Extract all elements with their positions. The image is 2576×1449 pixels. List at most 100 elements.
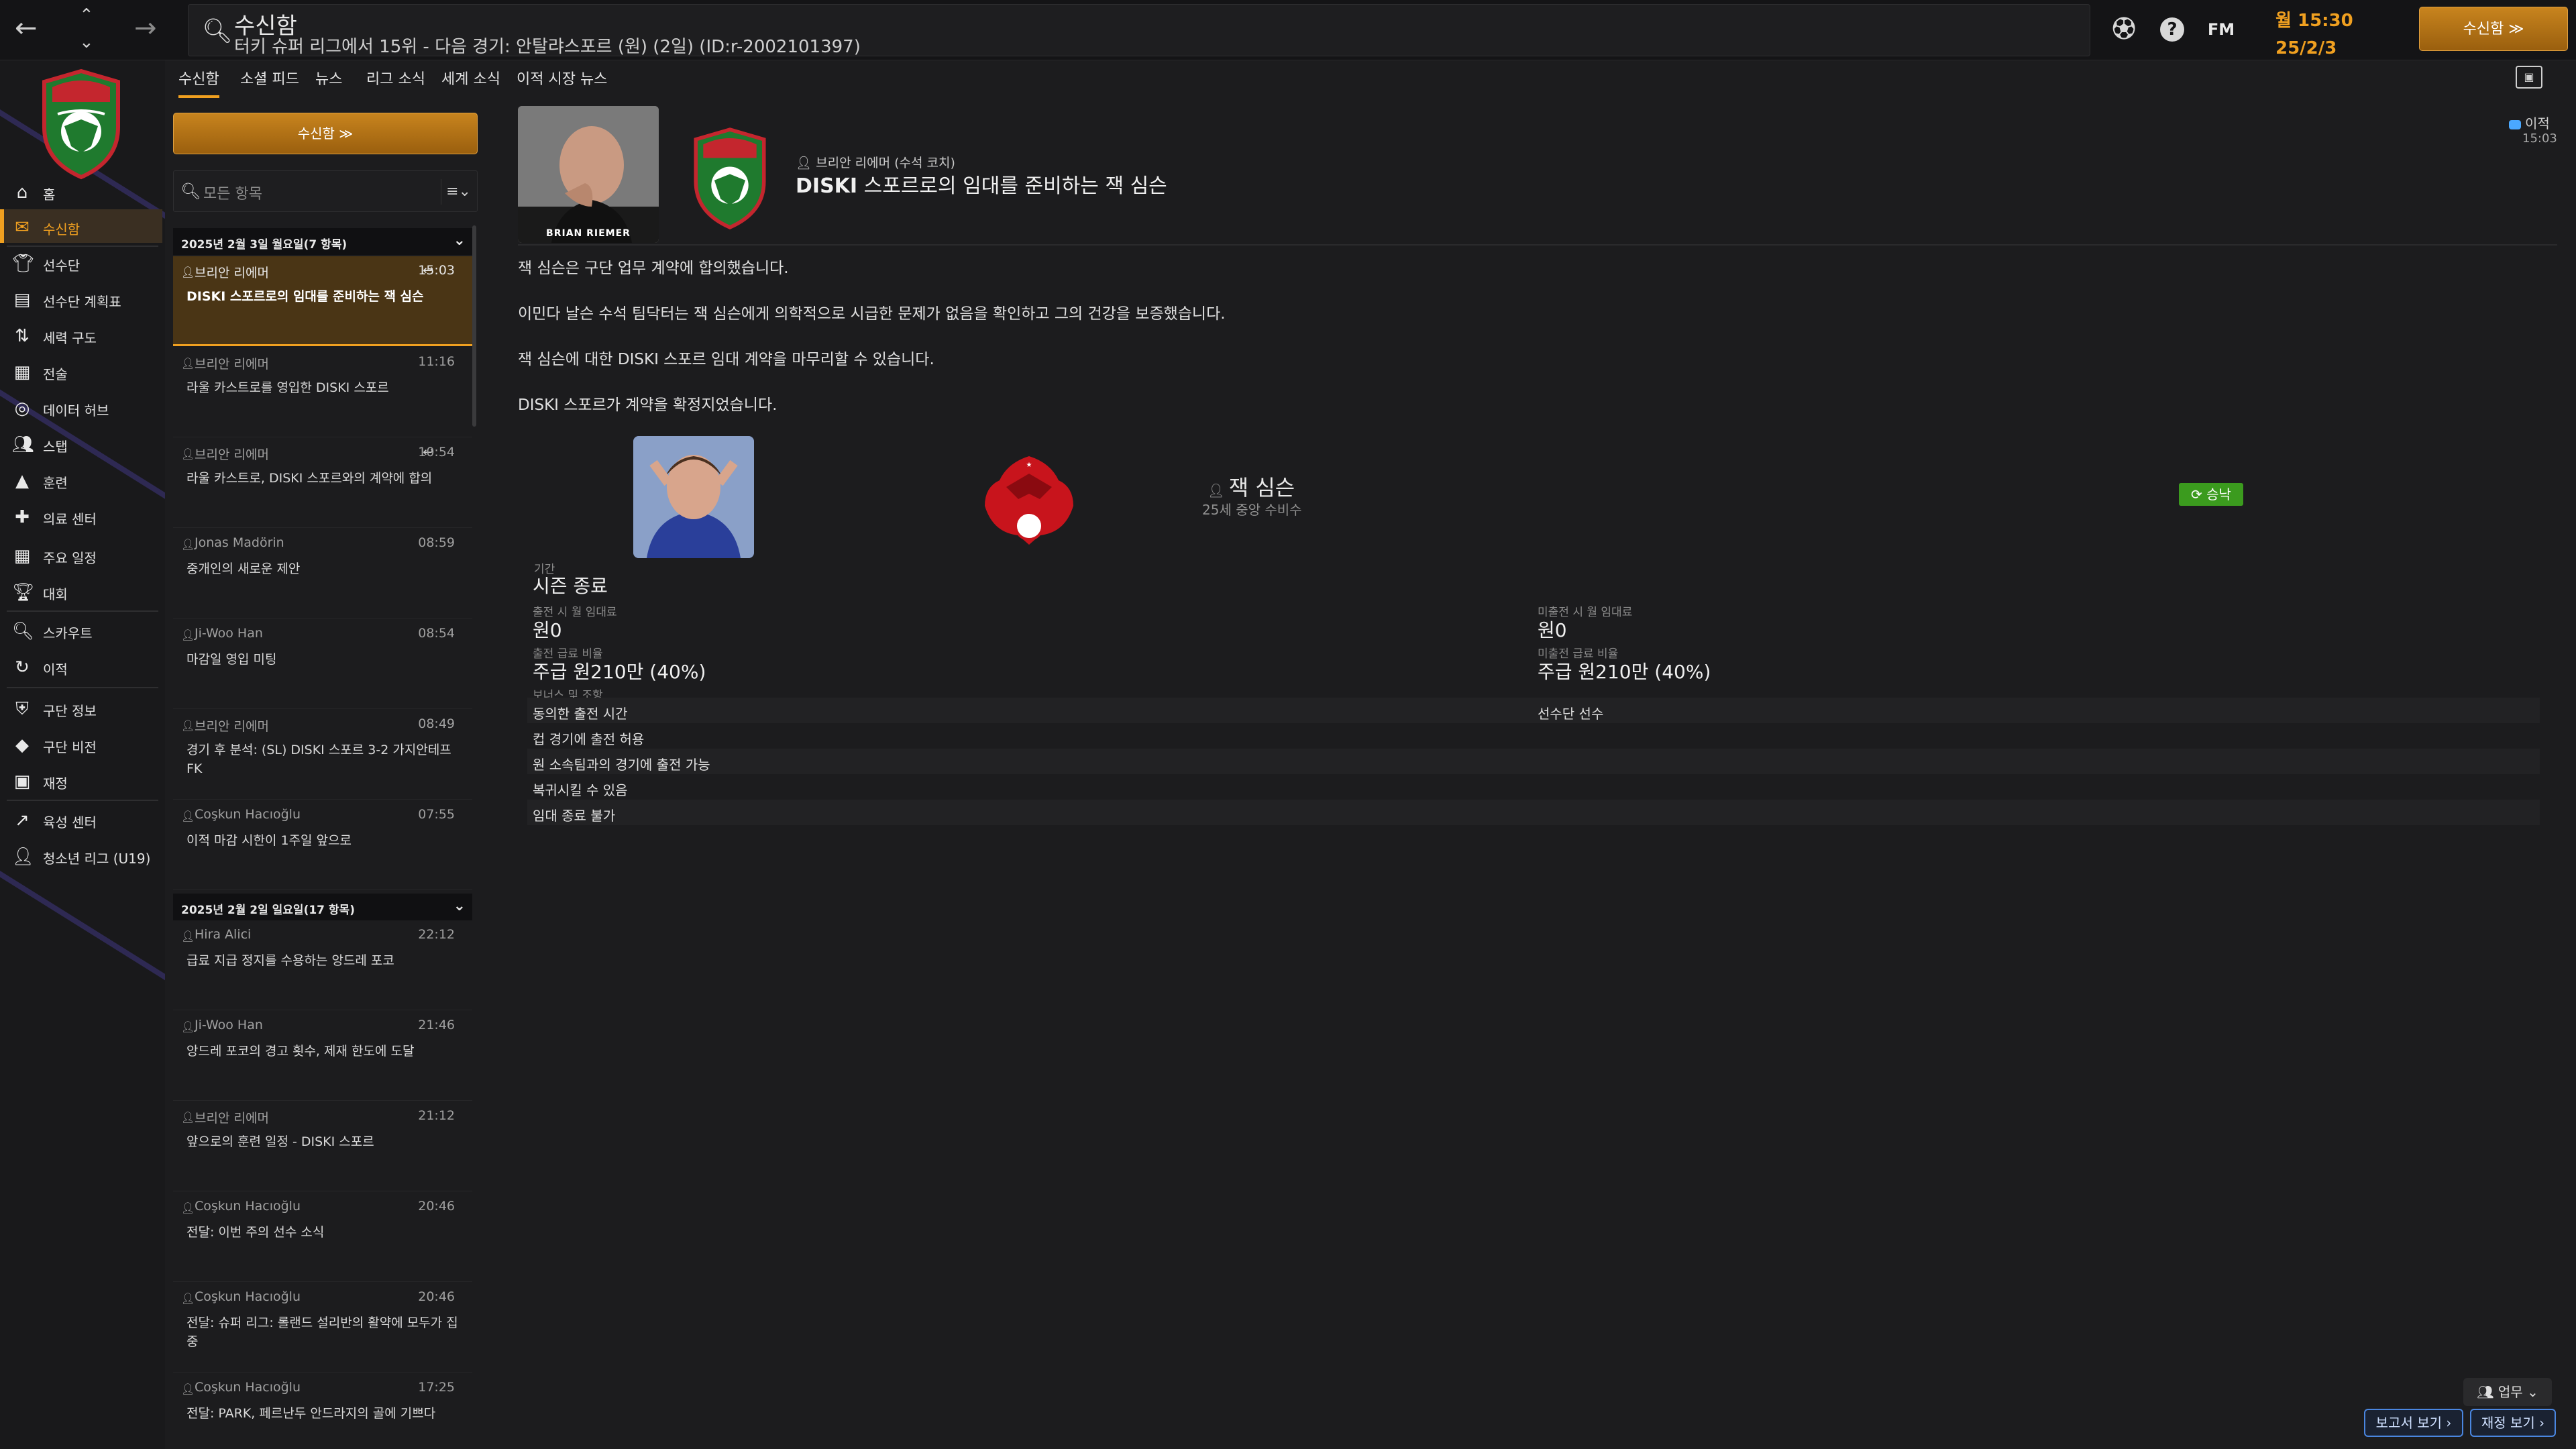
divider bbox=[518, 244, 2557, 246]
sidebar-item-training[interactable]: ▲ 훈련 bbox=[0, 463, 162, 496]
sidebar-item-home[interactable]: ⌂ 홈 bbox=[0, 174, 162, 208]
search-icon: 🔍︎ bbox=[180, 182, 201, 201]
filter-menu-button[interactable]: ≡⌄ bbox=[441, 179, 476, 205]
sidebar-item-club-info[interactable]: ⛨ 구단 정보 bbox=[0, 691, 162, 724]
sidebar-item-data-hub[interactable]: ◎ 데이터 허브 bbox=[0, 390, 162, 424]
club-crest[interactable] bbox=[690, 125, 770, 232]
sidebar-item-staff[interactable]: 👥︎ 스탭 bbox=[0, 427, 162, 460]
person-icon: 👤︎ bbox=[181, 447, 195, 460]
trophy-icon: 🏆︎ bbox=[12, 582, 35, 602]
sidebar-item-competitions[interactable]: 🏆︎ 대회 bbox=[0, 574, 162, 608]
sidebar-item-tactics[interactable]: ▦ 전술 bbox=[0, 354, 162, 388]
tab-inbox[interactable]: 수신함 bbox=[178, 67, 219, 98]
message-sender[interactable]: 👤︎ 브리안 리에머 (수석 코치) bbox=[796, 153, 955, 171]
sidebar-item-schedule[interactable]: ▦ 주요 일정 bbox=[0, 538, 162, 572]
list-item[interactable]: 👤︎ Coşkun Hacıoğlu 20:46 전달: 이번 주의 선수 소식 bbox=[173, 1192, 472, 1282]
search-bar[interactable]: 🔍︎ 수신함 터키 슈퍼 리그에서 15위 - 다음 경기: 안탈랴스포르 (원… bbox=[188, 4, 2090, 57]
player-name[interactable]: 👤︎ 잭 심슨 bbox=[1208, 471, 1295, 502]
svg-text:★: ★ bbox=[1026, 462, 1032, 469]
duties-dropdown[interactable]: 👥︎ 업무 ⌄ bbox=[2463, 1378, 2552, 1406]
continue-button[interactable]: 수신함 ≫ bbox=[2419, 7, 2568, 51]
sidebar-item-medical[interactable]: ✚ 의료 센터 bbox=[0, 499, 162, 533]
person-icon: 👤︎ bbox=[181, 538, 195, 551]
person-icon: 👤︎ bbox=[181, 629, 195, 641]
message-detail: BRIAN RIEMER 👤︎ 브리안 리에머 (수석 코치) DISKI 스포… bbox=[510, 98, 2563, 1449]
inbox-icon: ✉ bbox=[15, 217, 30, 237]
scrollbar[interactable] bbox=[472, 225, 476, 427]
list-item[interactable]: 👤︎ 브리안 리에머 11:16 라울 카스트로를 영입한 DISKI 스포르 bbox=[173, 347, 472, 437]
list-item[interactable]: 👤︎ Hira Alici 22:12 급료 지급 정지를 수용하는 앙드레 포… bbox=[173, 920, 472, 1010]
list-item[interactable]: 👤︎ 브리안 리에머 ↩ 15:03 DISKI 스포르로의 임대를 준비하는 … bbox=[173, 256, 472, 346]
achievements-icon[interactable]: ⚽︎ bbox=[2112, 17, 2136, 42]
tab-social-feed[interactable]: 소셜 피드 bbox=[240, 67, 299, 95]
list-item[interactable]: 👤︎ Coşkun Hacıoğlu 17:25 전달: PARK, 페르난두 … bbox=[173, 1373, 472, 1449]
chevron-up-icon[interactable]: ⌃ bbox=[79, 7, 94, 24]
filter-input[interactable]: 모든 항목 bbox=[203, 182, 262, 203]
sidebar-item-finances[interactable]: ▣ 재정 bbox=[0, 763, 162, 797]
chevron-down-icon: ⌄ bbox=[453, 232, 466, 249]
list-item[interactable]: 👤︎ Ji-Woo Han 08:54 마감일 영입 미팅 bbox=[173, 619, 472, 709]
divider bbox=[7, 610, 158, 612]
detail-value: 주급 원210만 (40%) bbox=[533, 661, 706, 683]
tab-world-news[interactable]: 세계 소식 bbox=[441, 67, 500, 95]
staff-icon: 👥︎ bbox=[2477, 1384, 2498, 1400]
view-report-button[interactable]: 보고서 보기 › bbox=[2364, 1409, 2463, 1437]
sidebar-item-squad[interactable]: 👕︎ 선수단 bbox=[0, 246, 162, 279]
view-finances-button[interactable]: 재정 보기 › bbox=[2470, 1409, 2556, 1437]
sender-photo[interactable]: BRIAN RIEMER bbox=[518, 106, 659, 243]
destination-club-badge[interactable]: ★ bbox=[975, 447, 1083, 554]
club-crest[interactable] bbox=[38, 67, 125, 181]
back-arrow-icon[interactable]: ← bbox=[15, 15, 38, 42]
list-item[interactable]: 👤︎ Jonas Madörin 08:59 중개인의 새로운 제안 bbox=[173, 529, 472, 619]
sidebar-item-scouting[interactable]: 🔍︎ 스카우트 bbox=[0, 613, 162, 647]
list-item[interactable]: 👤︎ 브리안 리에머 08:49 경기 후 분석: (SL) DISKI 스포르… bbox=[173, 710, 472, 800]
list-continue-button[interactable]: 수신함 ≫ bbox=[173, 113, 478, 154]
forward-arrow-icon[interactable]: → bbox=[134, 15, 157, 42]
list-item[interactable]: 👤︎ Coşkun Hacıoğlu 20:46 전달: 슈퍼 리그: 롤랜드 … bbox=[173, 1283, 472, 1373]
data-hub-icon: ◎ bbox=[14, 398, 30, 419]
date-group-header[interactable]: 2025년 2월 2일 일요일(17 항목) ⌄ bbox=[173, 894, 472, 920]
fm-menu-button[interactable]: FM bbox=[2204, 17, 2238, 42]
sidebar-item-transfers[interactable]: ↻ 이적 bbox=[0, 649, 162, 683]
sidebar-item-club-vision[interactable]: ◆ 구단 비전 bbox=[0, 727, 162, 761]
person-icon: 👤︎ bbox=[181, 719, 195, 732]
tab-league-news[interactable]: 리그 소식 bbox=[366, 67, 425, 95]
sidebar-item-youth-league[interactable]: 👤︎ 청소년 리그 (U19) bbox=[0, 839, 162, 872]
sidebar-item-inbox[interactable]: ✉ 수신함 bbox=[0, 209, 162, 243]
person-icon: 👤︎ bbox=[181, 1292, 195, 1305]
list-item[interactable]: 👤︎ 브리안 리에머 ↩ 10:54 라울 카스트로, DISKI 스포르와의 … bbox=[173, 438, 472, 528]
person-icon: 👤︎ bbox=[796, 156, 816, 170]
home-icon: ⌂ bbox=[16, 182, 28, 203]
detail-value: 시즌 종료 bbox=[533, 575, 608, 597]
filter-box[interactable]: 🔍︎ 모든 항목 ≡⌄ bbox=[173, 170, 478, 212]
date-group-header[interactable]: 2025년 2월 3일 월요일(7 항목) ⌄ bbox=[173, 228, 472, 255]
page-subtitle: 터키 슈퍼 리그에서 15위 - 다음 경기: 안탈랴스포르 (원) (2일) … bbox=[234, 37, 861, 57]
chevron-down-icon[interactable]: ⌄ bbox=[79, 34, 94, 51]
player-photo[interactable] bbox=[633, 436, 754, 558]
sidebar-item-dynamics[interactable]: ⇅ 세력 구도 bbox=[0, 318, 162, 352]
vision-icon: ◆ bbox=[15, 735, 29, 755]
sidebar-item-development[interactable]: ↗ 육성 센터 bbox=[0, 802, 162, 836]
tab-news[interactable]: 뉴스 bbox=[315, 67, 342, 95]
list-item[interactable]: 👤︎ Ji-Woo Han 21:46 앙드레 포코의 경고 횟수, 제재 한도… bbox=[173, 1011, 472, 1101]
game-datetime[interactable]: 월 15:30 25/2/3 bbox=[2275, 7, 2353, 58]
player-description: 25세 중앙 수비수 bbox=[1202, 502, 1302, 518]
list-item[interactable]: 👤︎ 브리안 리에머 21:12 앞으로의 훈련 일정 - DISKI 스포르 bbox=[173, 1102, 472, 1191]
finance-icon: ▣ bbox=[13, 771, 31, 792]
screen-layout-icon[interactable]: ▣ bbox=[2516, 66, 2542, 89]
person-icon: 👤︎ bbox=[181, 266, 195, 278]
shield-icon: ⛨ bbox=[15, 699, 29, 719]
help-icon[interactable]: ? bbox=[2160, 17, 2184, 42]
person-icon: 👤︎ bbox=[181, 930, 195, 943]
sidebar-item-squad-planner[interactable]: ▤ 선수단 계획표 bbox=[0, 282, 162, 315]
tab-transfer-news[interactable]: 이적 시장 뉴스 bbox=[517, 67, 607, 95]
detail-value: 원0 bbox=[1538, 619, 1567, 641]
message-subject: DISKI 스포르로의 임대를 준비하는 잭 심슨 bbox=[796, 174, 1167, 198]
message-category: 이적 bbox=[2509, 113, 2550, 132]
message-paragraph: 이민다 날슨 수석 팀닥터는 잭 심슨에게 의학적으로 시급한 문제가 없음을 … bbox=[518, 305, 1226, 323]
clause-row: 복귀시킬 수 있음 bbox=[533, 782, 628, 798]
photo-name-tag: BRIAN RIEMER bbox=[546, 228, 631, 239]
clause-row: 원 소속팀과의 경기에 출전 가능 bbox=[527, 749, 2540, 774]
clause-row: 동의한 출전 시간 선수단 선수 bbox=[527, 698, 2540, 723]
list-item[interactable]: 👤︎ Coşkun Hacıoğlu 07:55 이적 마감 시한이 1주일 앞… bbox=[173, 800, 472, 890]
